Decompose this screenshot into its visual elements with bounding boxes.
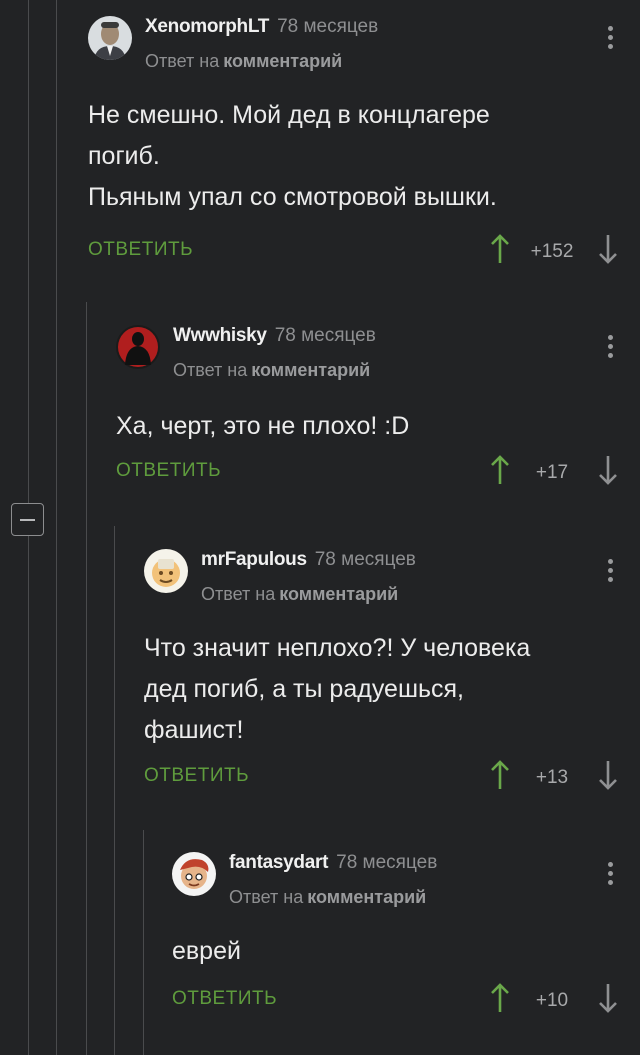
- rating-value: +10: [535, 990, 569, 1011]
- user-avatar[interactable]: [172, 852, 216, 896]
- reply-button[interactable]: ОТВЕТИТЬ: [116, 460, 221, 482]
- comment-actions: ОТВЕТИТЬ +17: [116, 455, 640, 490]
- reply-button[interactable]: ОТВЕТИТЬ: [88, 239, 193, 261]
- comment-time: 78 месяцев: [314, 549, 416, 570]
- upvote-arrow-icon[interactable]: [490, 454, 510, 486]
- comment-line: погиб.: [88, 142, 160, 170]
- user-avatar[interactable]: [116, 325, 160, 369]
- user-avatar[interactable]: [144, 549, 188, 593]
- comment: fantasydart 78 месяцев Ответ на комментари…: [172, 852, 640, 1032]
- user-avatar[interactable]: [88, 16, 132, 60]
- comment-line: Пьяным упал со смотровой вышки.: [88, 183, 497, 211]
- rating-value: +152: [530, 241, 574, 262]
- downvote-arrow-icon[interactable]: [598, 759, 618, 791]
- thread-line: [28, 0, 29, 503]
- comment-actions: ОТВЕТИТЬ +10: [172, 983, 640, 1018]
- comment: mrFapulous 78 месяцев Ответ на комментарий…: [144, 549, 640, 809]
- comment-line: Что значит неплохо?! У человека: [144, 634, 531, 662]
- comment-line: еврей: [172, 937, 241, 965]
- more-menu-icon[interactable]: [606, 559, 614, 587]
- thread-line: [114, 526, 115, 1055]
- comment-author[interactable]: mrFapulous 78 месяцев: [201, 549, 416, 571]
- comment-actions: ОТВЕТИТЬ +13: [144, 760, 640, 795]
- upvote-arrow-icon[interactable]: [490, 759, 510, 791]
- upvote-arrow-icon[interactable]: [490, 233, 510, 265]
- reply-to-info: Ответ на комментарий: [173, 360, 371, 380]
- more-menu-icon[interactable]: [606, 26, 614, 54]
- more-menu-icon[interactable]: [606, 335, 614, 363]
- comment-actions: ОТВЕТИТЬ +152: [88, 234, 640, 269]
- comment-body: Не смешно. Мой дед в концлагере погиб. П…: [88, 95, 497, 218]
- downvote-arrow-icon[interactable]: [598, 982, 618, 1014]
- reply-to-link[interactable]: комментарий: [251, 360, 370, 380]
- more-menu-icon[interactable]: [606, 862, 614, 890]
- comment-line: Ха, черт, это не плохо! :D: [116, 412, 410, 440]
- rating-value: +17: [535, 462, 569, 483]
- downvote-arrow-icon[interactable]: [598, 454, 618, 486]
- reply-to-link[interactable]: комментарий: [279, 584, 398, 604]
- comment-body: Ха, черт, это не плохо! :D: [116, 406, 409, 447]
- reply-to-info: Ответ на комментарий: [201, 584, 399, 604]
- rating-value: +13: [535, 767, 569, 788]
- comment-time: 78 месяцев: [336, 852, 438, 873]
- comment: Wwwhisky 78 месяцев Ответ на комментарий Х…: [116, 325, 640, 500]
- reply-to-link[interactable]: комментарий: [307, 887, 426, 907]
- comment-line: дед погиб, а ты радуешься,: [144, 675, 465, 703]
- reply-to-info: Ответ на комментарий: [229, 887, 427, 907]
- collapse-thread-button[interactable]: [11, 503, 44, 536]
- comment-line: фашист!: [144, 716, 244, 744]
- comment-body: Что значит неплохо?! У человека дед поги…: [144, 628, 530, 751]
- comment-line: Не смешно. Мой дед в концлагере: [88, 101, 490, 129]
- comment-author[interactable]: XenomorphLT 78 месяцев: [145, 16, 378, 38]
- comment-author[interactable]: fantasydart 78 месяцев: [229, 852, 437, 874]
- comment-author[interactable]: Wwwhisky 78 месяцев: [173, 325, 376, 347]
- thread-line: [143, 830, 144, 1055]
- reply-button[interactable]: ОТВЕТИТЬ: [172, 988, 277, 1010]
- thread-line: [56, 0, 57, 1055]
- thread-line: [86, 302, 87, 1055]
- comment-time: 78 месяцев: [274, 325, 376, 346]
- reply-to-info: Ответ на комментарий: [145, 51, 343, 71]
- reply-button[interactable]: ОТВЕТИТЬ: [144, 765, 249, 787]
- reply-to-link[interactable]: комментарий: [223, 51, 342, 71]
- comment-body: еврей: [172, 931, 241, 972]
- upvote-arrow-icon[interactable]: [490, 982, 510, 1014]
- thread-line: [28, 536, 29, 1055]
- downvote-arrow-icon[interactable]: [598, 233, 618, 265]
- comment-time: 78 месяцев: [277, 16, 379, 37]
- comment: XenomorphLT 78 месяцев Ответ на комментари…: [88, 16, 640, 276]
